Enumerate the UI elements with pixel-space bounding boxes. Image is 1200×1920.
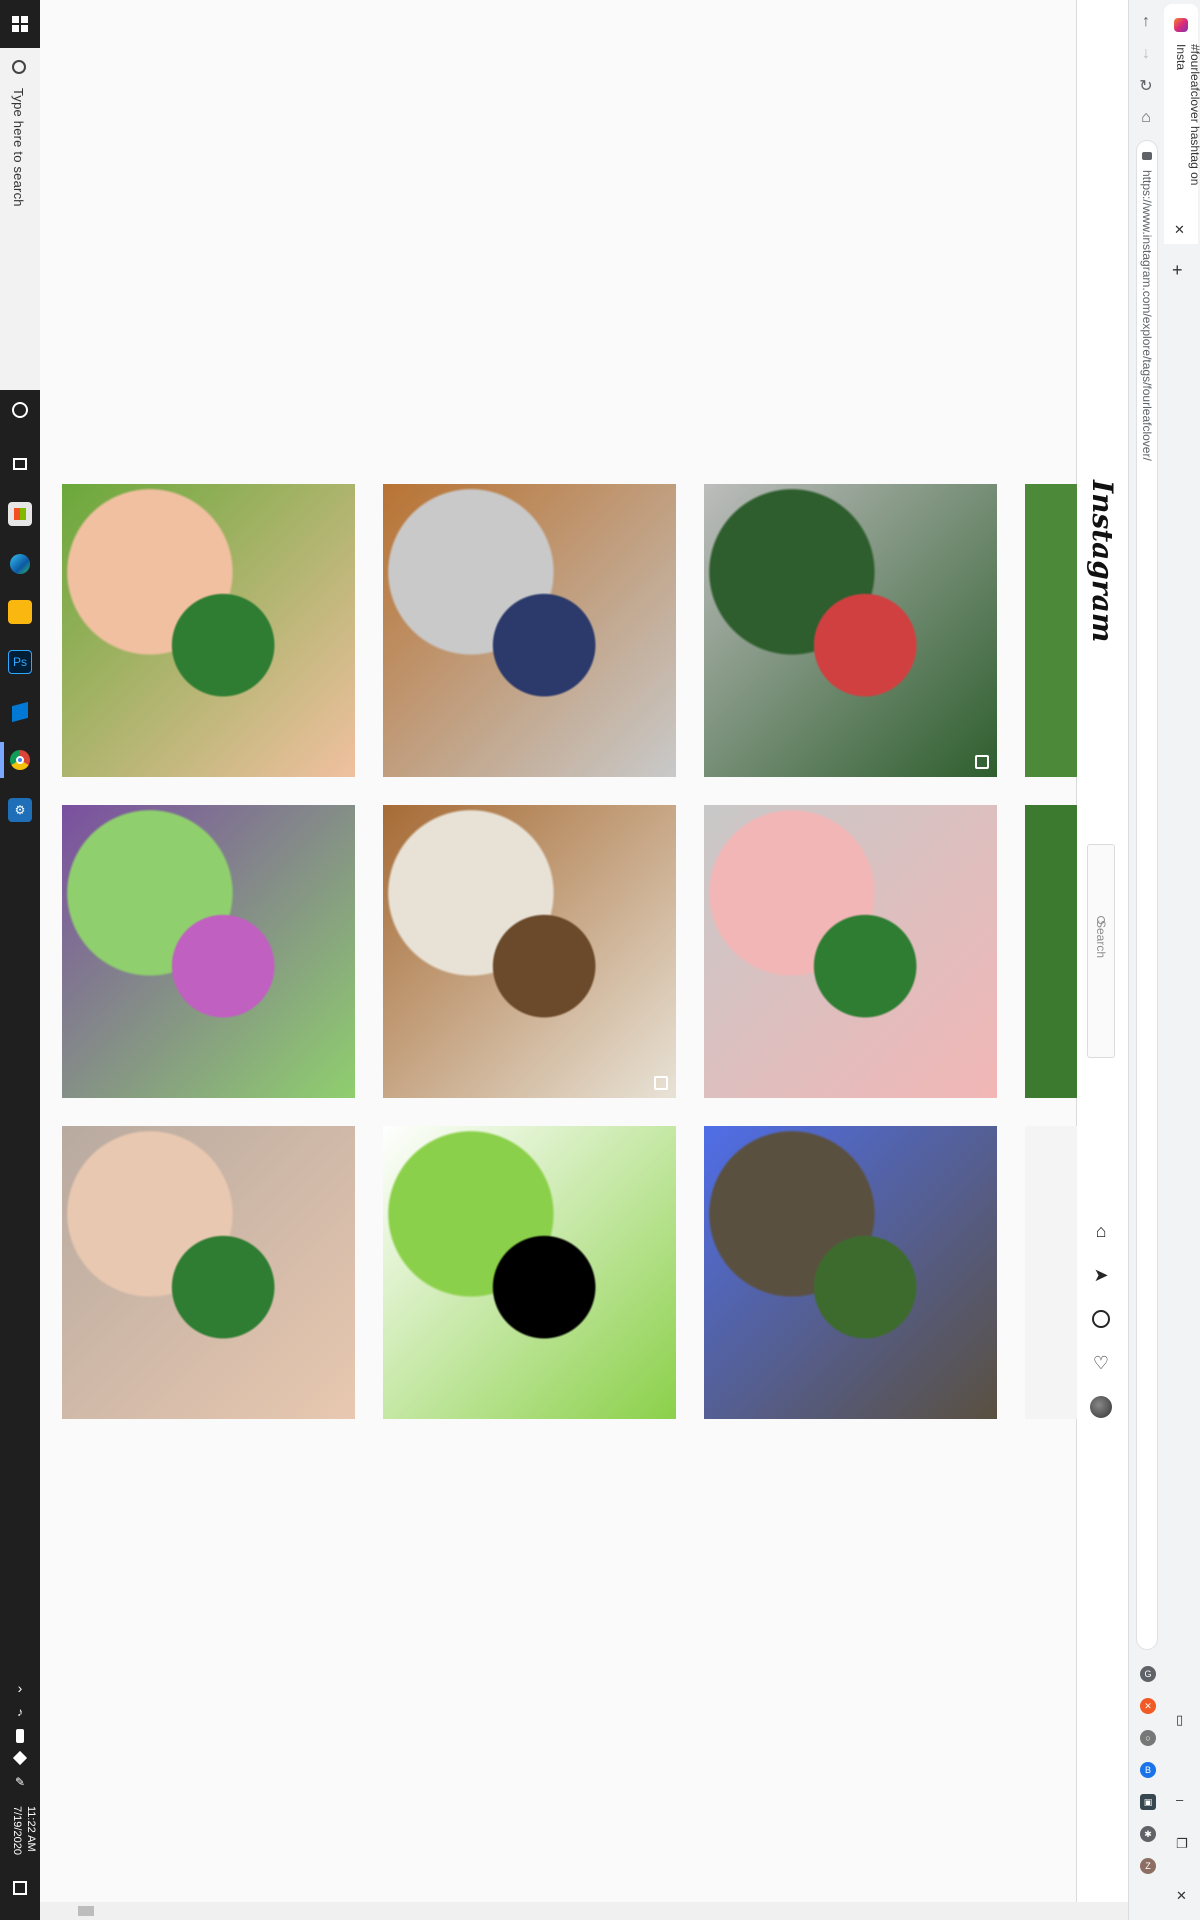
restore-icon[interactable]: ❐: [1176, 1836, 1188, 1852]
post-hydrangea-clover[interactable]: [62, 805, 355, 1098]
post-blue-sign[interactable]: [704, 1126, 997, 1419]
chrome-active-indicator: [0, 742, 4, 778]
post-partial[interactable]: [1025, 805, 1077, 1098]
post-tattoo-hand-clover[interactable]: [62, 1126, 355, 1419]
back-arrow-icon[interactable]: ↑: [1136, 12, 1156, 32]
post-illustrated-clover[interactable]: [383, 1126, 676, 1419]
speaker-icon[interactable]: ♪: [8, 1700, 32, 1724]
reload-icon[interactable]: ↻: [1136, 76, 1156, 96]
pen-icon[interactable]: ✎: [8, 1770, 32, 1794]
post-partial[interactable]: [1025, 484, 1077, 777]
tab-close-icon[interactable]: ✕: [1174, 222, 1185, 238]
home-icon[interactable]: ⌂: [1090, 1220, 1112, 1242]
new-tab-plus-icon[interactable]: +: [1172, 260, 1183, 281]
edge-icon[interactable]: [8, 552, 32, 576]
multiple-photos-icon: [975, 755, 989, 769]
instagram-logo[interactable]: Instagram: [1086, 480, 1119, 642]
explore-compass-icon[interactable]: [1090, 1308, 1112, 1330]
post-crochet-flowers[interactable]: [704, 484, 997, 777]
chevron-up-icon[interactable]: ›: [8, 1676, 32, 1700]
taskbar-search-box[interactable]: Type here to search: [0, 48, 40, 390]
instagram-search-placeholder: Search: [1094, 920, 1108, 959]
task-view-icon[interactable]: [8, 452, 32, 476]
profile-z-icon[interactable]: Z: [1140, 1858, 1156, 1874]
scrollbar-thumb[interactable]: [78, 1906, 94, 1916]
remote-desktop-icon[interactable]: [8, 700, 32, 724]
post-partial[interactable]: [1025, 1126, 1077, 1419]
post-vintage-items-collage[interactable]: [383, 805, 676, 1098]
taskbar-date: 7/19/2020: [11, 1806, 23, 1855]
microsoft-store-icon[interactable]: [8, 502, 32, 526]
taskbar-clock[interactable]: 11:22 AM 7/19/2020: [10, 1806, 38, 1855]
file-explorer-icon[interactable]: [8, 600, 32, 624]
post-hand-four-leaf-clover[interactable]: [62, 484, 355, 777]
windows-taskbar: Type here to search Ps ⚙ › ♪ ✎ 11:22 AM …: [0, 0, 40, 1920]
post-balloons-book[interactable]: [383, 484, 676, 777]
horizontal-scrollbar[interactable]: [40, 1902, 1128, 1920]
lock-icon[interactable]: [1142, 152, 1152, 160]
chrome-icon[interactable]: [8, 748, 32, 772]
extension-photo-icon[interactable]: ▣: [1140, 1794, 1156, 1810]
direct-messages-icon[interactable]: ➤: [1090, 1264, 1112, 1286]
cortana-icon[interactable]: [12, 402, 28, 418]
battery-icon[interactable]: [8, 1724, 32, 1748]
activity-heart-icon[interactable]: ♡: [1090, 1352, 1112, 1374]
address-bar-url: https://www.instagram.com/explore/tags/f…: [1140, 170, 1154, 461]
action-center-icon[interactable]: [8, 1876, 32, 1900]
windows-start-button[interactable]: [0, 0, 40, 48]
search-icon: [12, 60, 26, 74]
forward-arrow-icon[interactable]: ↓: [1136, 44, 1156, 64]
extension-g-icon[interactable]: G: [1140, 1666, 1156, 1682]
extension-x-icon[interactable]: ✕: [1140, 1698, 1156, 1714]
minimize-icon[interactable]: –: [1176, 1792, 1183, 1807]
puzzle-extensions-icon[interactable]: ✱: [1140, 1826, 1156, 1842]
tab-title: #fourleafclover hashtag on Insta: [1174, 44, 1200, 186]
extension-b-icon[interactable]: B: [1140, 1762, 1156, 1778]
home-browser-icon[interactable]: ⌂: [1136, 108, 1156, 128]
taskbar-time: 11:22 AM: [25, 1806, 37, 1852]
settings-gear-icon[interactable]: ⚙: [8, 798, 32, 822]
extension-circle-icon[interactable]: ○: [1140, 1730, 1156, 1746]
post-clover-crochet-legs[interactable]: [704, 805, 997, 1098]
taskbar-search-placeholder: Type here to search: [11, 88, 26, 207]
network-icon[interactable]: [8, 1746, 32, 1770]
photoshop-icon[interactable]: Ps: [8, 650, 32, 674]
close-window-icon[interactable]: ✕: [1176, 1888, 1187, 1904]
windows-logo-icon: [12, 16, 28, 32]
tab-search-icon[interactable]: ▯: [1176, 1712, 1183, 1728]
multiple-photos-icon: [654, 1076, 668, 1090]
profile-avatar[interactable]: [1090, 1396, 1112, 1418]
instagram-favicon-icon: [1174, 18, 1188, 32]
